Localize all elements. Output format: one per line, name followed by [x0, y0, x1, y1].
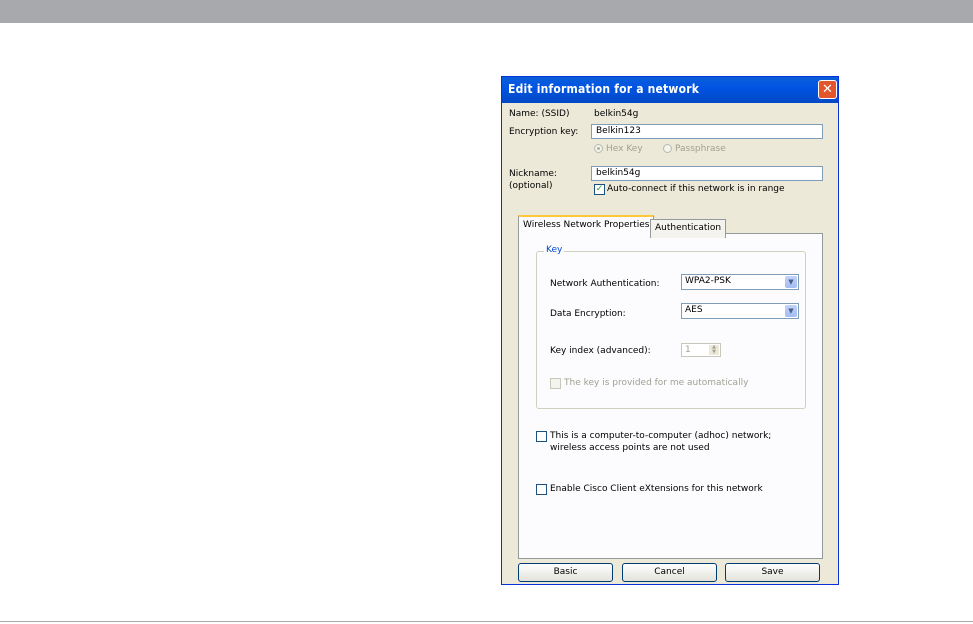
encryption-key-label: Encryption key: — [509, 127, 579, 137]
dialog-title-bar[interactable]: Edit information for a network ✕ — [502, 77, 838, 103]
page-header-bar — [0, 0, 973, 23]
cisco-ccx-checkbox[interactable] — [536, 484, 547, 495]
nickname-label: Nickname: — [509, 169, 557, 179]
tab-authentication[interactable]: Authentication — [650, 219, 727, 238]
data-encryption-select[interactable]: AES ▼ — [681, 303, 799, 319]
hex-key-label: Hex Key — [606, 144, 643, 154]
chevron-down-icon[interactable]: ▼ — [785, 305, 797, 317]
nickname-input[interactable]: belkin54g — [591, 166, 823, 181]
ssid-value: belkin54g — [594, 109, 639, 119]
tab-wireless-network-properties[interactable]: Wireless Network Properties — [518, 215, 655, 235]
key-index-spinner[interactable]: 1 ▲ ▼ — [681, 343, 721, 357]
page-footer-line — [0, 621, 973, 622]
basic-button[interactable]: Basic — [518, 563, 613, 582]
data-encryption-label: Data Encryption: — [550, 309, 626, 319]
cancel-button[interactable]: Cancel — [622, 563, 717, 582]
chevron-down-icon[interactable]: ▼ — [785, 276, 797, 288]
adhoc-checkbox[interactable] — [536, 431, 547, 442]
ssid-label: Name: (SSID) — [509, 109, 570, 119]
key-index-value: 1 — [685, 345, 691, 355]
checkmark-icon: ✓ — [595, 184, 604, 194]
network-auth-select[interactable]: WPA2-PSK ▼ — [681, 274, 799, 290]
passphrase-radio[interactable] — [663, 144, 672, 153]
passphrase-label: Passphrase — [675, 144, 726, 154]
tab-authentication-label: Authentication — [655, 223, 722, 233]
network-auth-label: Network Authentication: — [550, 279, 660, 289]
encryption-key-input[interactable]: Belkin123 — [591, 124, 823, 139]
key-group-legend: Key — [544, 245, 565, 255]
data-encryption-value: AES — [685, 305, 703, 315]
autoconnect-label: Auto-connect if this network is in range — [607, 184, 785, 194]
hex-key-radio[interactable] — [594, 144, 603, 153]
adhoc-label-line1: This is a computer-to-computer (adhoc) n… — [550, 431, 772, 441]
cisco-ccx-label: Enable Cisco Client eXtensions for this … — [550, 484, 763, 494]
nickname-optional-label: (optional) — [509, 181, 553, 191]
auto-key-checkbox[interactable] — [550, 378, 561, 389]
autoconnect-checkbox[interactable]: ✓ — [594, 184, 605, 195]
key-index-label: Key index (advanced): — [550, 346, 651, 356]
tab-wireless-label: Wireless Network Properties — [523, 220, 650, 230]
auto-key-label: The key is provided for me automatically — [564, 378, 749, 388]
dialog-title: Edit information for a network — [508, 82, 700, 96]
close-icon: ✕ — [822, 82, 833, 97]
save-button[interactable]: Save — [725, 563, 820, 582]
adhoc-label-line2: wireless access points are not used — [550, 443, 710, 453]
close-button[interactable]: ✕ — [818, 80, 837, 99]
edit-network-dialog: Edit information for a network ✕ Name: (… — [501, 76, 839, 585]
network-auth-value: WPA2-PSK — [685, 276, 731, 286]
spinner-arrows-icon[interactable]: ▲ ▼ — [709, 345, 719, 355]
